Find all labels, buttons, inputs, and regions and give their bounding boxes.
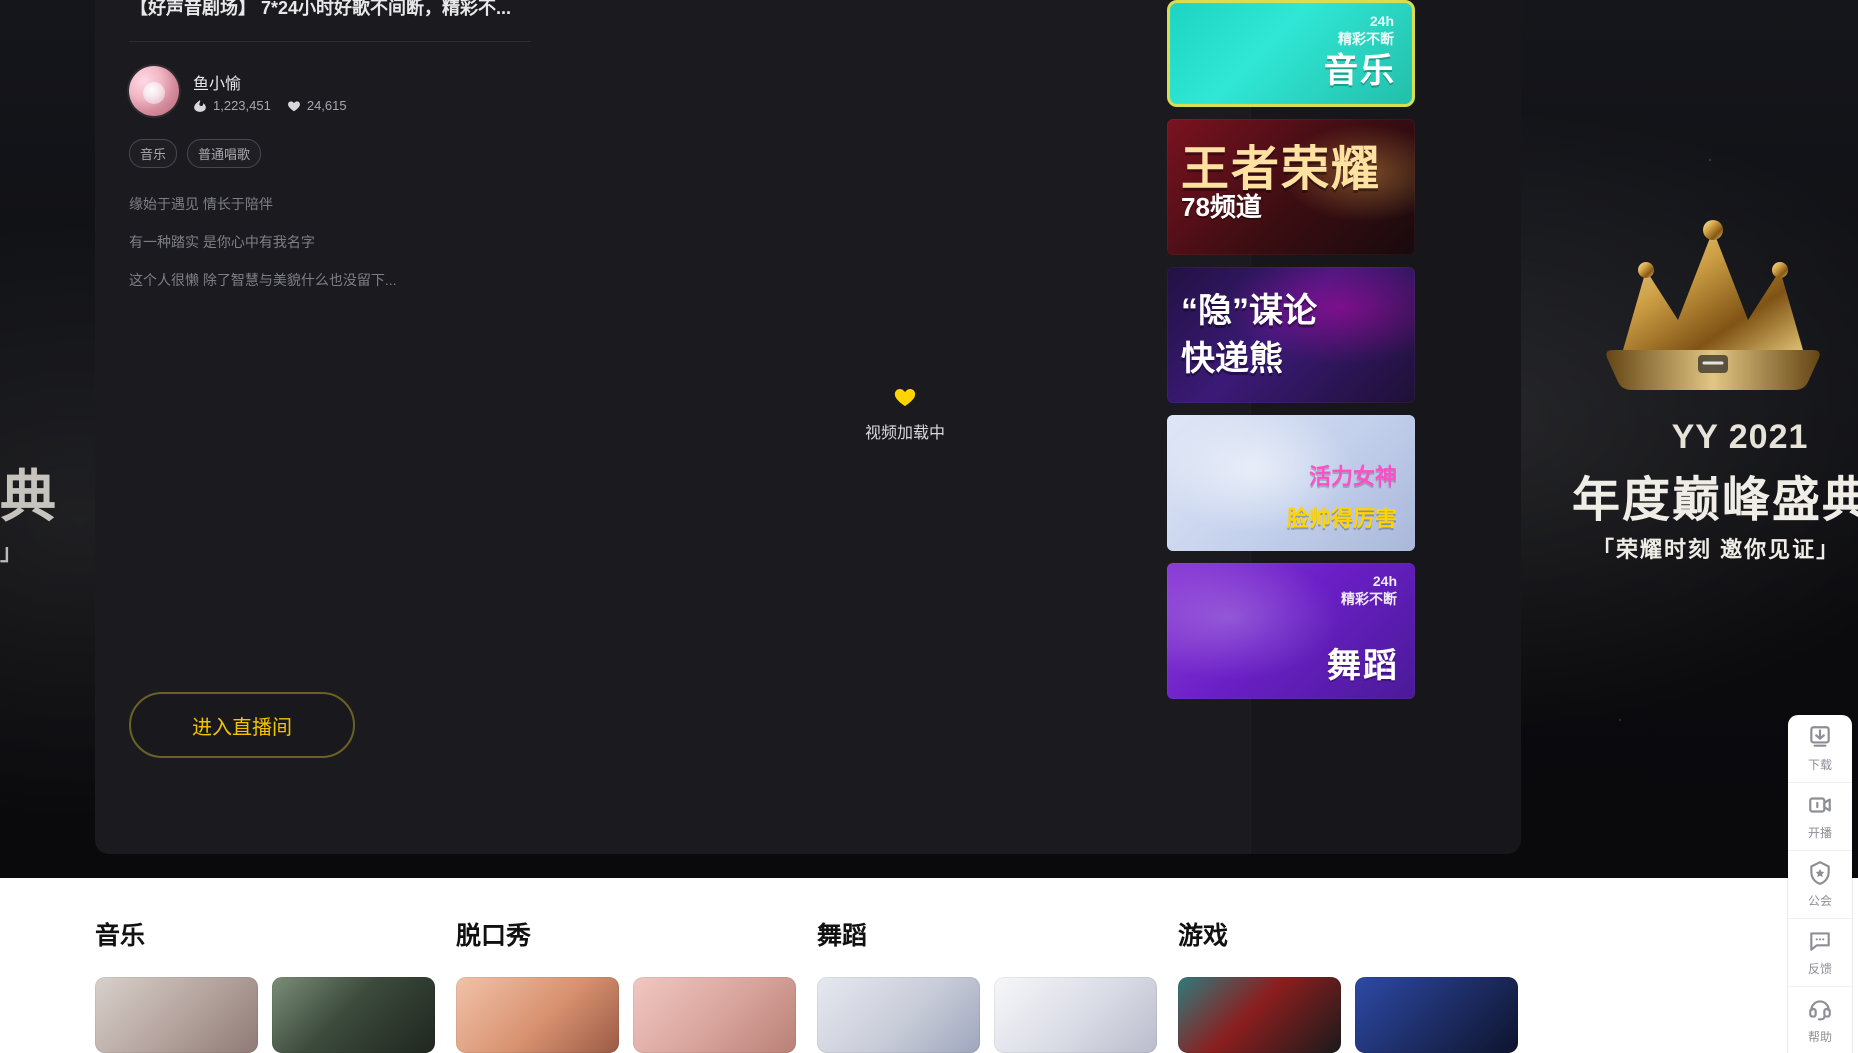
toolbar-label: 下载 xyxy=(1807,758,1832,772)
toolbar-label: 反馈 xyxy=(1807,962,1832,976)
toolbar-item-download[interactable]: 下载 xyxy=(1788,715,1852,783)
thumb-show[interactable]: “隐”谋论 快递熊 xyxy=(1167,267,1415,403)
fire-stat: 1,223,451 xyxy=(193,98,271,113)
floating-toolbar: 下载 开播 公会 反馈 帮助 xyxy=(1788,715,1852,1053)
anchor-avatar[interactable] xyxy=(129,66,179,116)
section-game-title: 游戏 xyxy=(1178,922,1229,950)
bio-line: 这个人很懒 除了智慧与美貌什么也没留下... xyxy=(129,272,397,288)
hero-left-partial-bracket: 」 xyxy=(0,540,23,565)
tag[interactable]: 音乐 xyxy=(129,139,178,168)
headset-icon xyxy=(1807,996,1833,1022)
category-card[interactable] xyxy=(456,977,619,1053)
thumb-girl-pink-text: 活力女神 xyxy=(1308,464,1397,489)
thumb-music-label: 音乐 xyxy=(1324,52,1396,90)
bio-line: 有一种踏实 是你心中有我名字 xyxy=(129,234,315,250)
fire-icon xyxy=(193,99,207,113)
thumb-girl[interactable]: 活力女神 脸帅得厉害 xyxy=(1167,415,1415,551)
toolbar-item-help[interactable]: 帮助 xyxy=(1788,987,1852,1053)
anchor-bio: 缘始于遇见 情长于陪伴 有一种踏实 是你心中有我名字 这个人很懒 除了智慧与美貌… xyxy=(129,185,649,299)
live-left-pane: 【好声音剧场】 7*24小时好歌不间断，精彩不... 鱼小愉 1,223,451 xyxy=(95,0,1250,854)
category-card[interactable] xyxy=(1355,977,1518,1053)
section-dance-title: 舞蹈 xyxy=(817,922,868,950)
shield-icon xyxy=(1807,860,1833,886)
heart-stat: 24,615 xyxy=(287,98,347,113)
toolbar-item-guild[interactable]: 公会 xyxy=(1788,851,1852,919)
title-divider xyxy=(129,41,531,42)
thumb-girl-yellow-text: 脸帅得厉害 xyxy=(1286,506,1397,531)
toolbar-item-feedback[interactable]: 反馈 xyxy=(1788,919,1852,987)
toolbar-label: 帮助 xyxy=(1807,1030,1832,1044)
thumb-dance[interactable]: 24h 精彩不断 舞蹈 xyxy=(1167,563,1415,699)
yy-title: 年度巅峰盛典 xyxy=(1572,474,1858,527)
thumb-dance-subtitle: 24h 精彩不断 xyxy=(1341,573,1397,607)
crown-illustration xyxy=(1568,200,1858,410)
tag[interactable]: 普通唱歌 xyxy=(187,139,262,168)
anchor-info: 鱼小愉 1,223,451 24,615 xyxy=(129,66,549,122)
anchor-name[interactable]: 鱼小愉 xyxy=(193,70,241,94)
room-tags: 音乐 普通唱歌 xyxy=(129,139,262,168)
category-card[interactable] xyxy=(95,977,258,1053)
enter-live-room-button[interactable]: 进入直播间 xyxy=(129,692,355,758)
thumb-game-subtitle: 78频道 xyxy=(1181,192,1262,222)
heart-count: 24,615 xyxy=(306,98,347,113)
hero-left-partial-text: 典 xyxy=(0,465,58,528)
yy-subtitle: 「荣耀时刻 邀你见证」 xyxy=(1592,537,1841,562)
bio-line: 缘始于遇见 情长于陪伴 xyxy=(129,196,273,212)
recommended-thumbs: 24h 精彩不断 音乐 王者荣耀 78频道 “隐”谋论 快递熊 活力女神 脸帅得厉… xyxy=(1167,0,1415,699)
download-icon xyxy=(1807,724,1833,750)
section-music-title: 音乐 xyxy=(95,922,146,950)
yy-year: YY 2021 xyxy=(1671,418,1809,456)
section-talk-title: 脱口秀 xyxy=(456,922,532,950)
toolbar-item-start-live[interactable]: 开播 xyxy=(1788,783,1852,851)
loading-heart-icon xyxy=(893,385,917,409)
loading-text: 视频加载中 xyxy=(864,425,945,442)
room-title: 【好声音剧场】 7*24小时好歌不间断，精彩不... xyxy=(130,0,512,18)
thumb-show-line2: 快递熊 xyxy=(1181,340,1283,378)
category-cards-row xyxy=(95,977,1521,1053)
video-icon xyxy=(1807,792,1833,818)
heart-icon xyxy=(287,99,301,113)
category-card[interactable] xyxy=(994,977,1157,1053)
category-card[interactable] xyxy=(633,977,796,1053)
fire-count: 1,223,451 xyxy=(213,98,271,113)
thumb-dance-label: 舞蹈 xyxy=(1327,647,1399,685)
toolbar-label: 公会 xyxy=(1807,894,1832,908)
category-card[interactable] xyxy=(1178,977,1341,1053)
toolbar-label: 开播 xyxy=(1807,826,1832,840)
category-card[interactable] xyxy=(817,977,980,1053)
feedback-icon xyxy=(1807,928,1833,954)
anchor-stats: 1,223,451 24,615 xyxy=(193,98,347,113)
thumb-show-line1: “隐”谋论 xyxy=(1181,292,1317,330)
thumb-music[interactable]: 24h 精彩不断 音乐 xyxy=(1167,0,1415,107)
category-card[interactable] xyxy=(272,977,435,1053)
video-loading: 视频加载中 xyxy=(775,385,1035,443)
thumb-game[interactable]: 王者荣耀 78频道 xyxy=(1167,119,1415,255)
